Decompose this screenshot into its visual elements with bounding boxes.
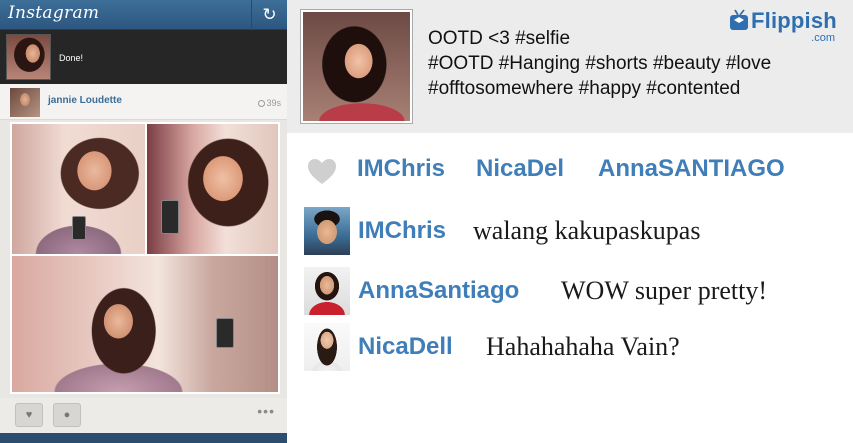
brand-name: Flippish [751,8,837,33]
avatar[interactable] [304,323,350,371]
like-button[interactable]: ♥ [15,403,43,427]
more-options-button[interactable]: ••• [257,403,275,419]
comment-username[interactable]: NicaDell [358,333,453,361]
tv-icon [730,9,748,30]
avatar[interactable] [304,267,350,315]
avatar[interactable] [304,207,350,255]
clock-icon [258,100,266,107]
caption-line: #OOTD #Hanging #shorts #beauty #love [428,53,772,74]
instagram-header: Instagram ↻ [0,0,287,30]
caption-box: OOTD <3 #selfie #OOTD #Hanging #shorts #… [287,0,853,133]
instagram-app: Instagram ↻ Done! jannie Loudette 39s ♥ … [0,0,287,443]
comment-bubble-icon: ● [63,409,71,421]
comment-button[interactable]: ● [53,403,81,427]
liker-name[interactable]: AnnaSANTIAGO [598,155,785,183]
upload-thumbnail [6,34,51,80]
heart-icon [308,159,336,184]
comment-row: IMChris walang kakupaskupas [287,205,853,259]
brand-domain: .com [811,32,835,44]
bottom-nav-bar [0,433,287,443]
post-detail-overlay: OOTD <3 #selfie #OOTD #Hanging #shorts #… [287,0,853,443]
comment-username[interactable]: IMChris [358,217,446,245]
post-timestamp: 39s [258,98,281,108]
comment-row: AnnaSantiago WOW super pretty! [287,265,853,319]
collage-photo [12,124,145,254]
comment-text: walang kakupaskupas [473,216,701,245]
upload-status-bar: Done! [0,30,287,84]
comment-username[interactable]: AnnaSantiago [358,277,519,305]
caption-line: #offtosomewhere #happy #contented [428,78,741,99]
post-header: jannie Loudette 39s [0,84,287,120]
instagram-logo: Instagram [8,3,100,23]
avatar[interactable] [10,88,40,117]
refresh-button[interactable]: ↻ [251,0,287,30]
collage-photo [12,256,278,392]
post-time-value: 39s [266,98,281,108]
post-username[interactable]: jannie Loudette [48,95,122,106]
caption-photo [301,10,412,123]
liker-name[interactable]: NicaDel [476,155,564,183]
upload-status-text: Done! [59,53,84,63]
phone-prop [216,318,234,348]
comment-text: Hahahahaha Vain? [486,332,680,361]
phone-prop [72,216,86,240]
likes-row: IMChris NicaDel AnnaSANTIAGO [287,147,853,191]
phone-prop [161,200,179,234]
heart-icon: ♥ [25,409,33,421]
post-photo-collage[interactable] [10,122,280,394]
collage-photo [147,124,278,254]
comment-row: NicaDell Hahahahaha Vain? [287,321,853,375]
liker-name[interactable]: IMChris [357,155,445,183]
flippish-logo: Flippish .com [729,6,839,48]
post-action-bar: ♥ ● ••• [0,398,287,433]
refresh-icon: ↻ [262,5,277,24]
comment-text: WOW super pretty! [561,276,768,305]
